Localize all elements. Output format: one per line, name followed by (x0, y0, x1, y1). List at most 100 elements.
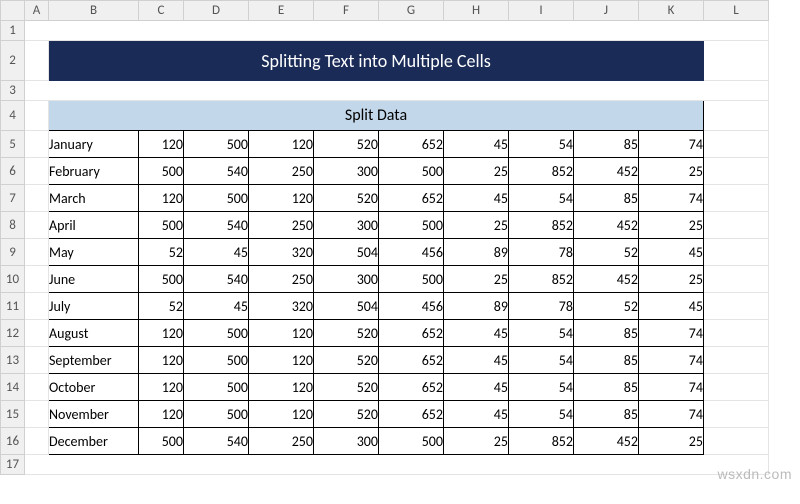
value-cell[interactable]: 74 (639, 401, 704, 428)
value-cell[interactable]: 85 (574, 320, 639, 347)
value-cell[interactable]: 540 (184, 158, 249, 185)
value-cell[interactable]: 540 (184, 212, 249, 239)
month-cell[interactable]: September (49, 347, 139, 374)
cell-A14[interactable] (25, 374, 49, 401)
value-cell[interactable]: 500 (379, 212, 444, 239)
value-cell[interactable]: 54 (509, 347, 574, 374)
value-cell[interactable]: 25 (444, 428, 509, 455)
value-cell[interactable]: 25 (444, 158, 509, 185)
col-header-D[interactable]: D (184, 1, 249, 21)
value-cell[interactable]: 452 (574, 266, 639, 293)
value-cell[interactable]: 85 (574, 131, 639, 158)
value-cell[interactable]: 852 (509, 212, 574, 239)
cell-A8[interactable] (25, 212, 49, 239)
value-cell[interactable]: 520 (314, 185, 379, 212)
value-cell[interactable]: 25 (639, 266, 704, 293)
col-header-H[interactable]: H (444, 1, 509, 21)
value-cell[interactable]: 74 (639, 320, 704, 347)
select-all-corner[interactable] (1, 1, 25, 21)
value-cell[interactable]: 120 (139, 185, 184, 212)
cell-L5[interactable] (704, 131, 769, 158)
value-cell[interactable]: 520 (314, 320, 379, 347)
month-cell[interactable]: May (49, 239, 139, 266)
month-cell[interactable]: February (49, 158, 139, 185)
value-cell[interactable]: 300 (314, 212, 379, 239)
value-cell[interactable]: 45 (444, 374, 509, 401)
value-cell[interactable]: 500 (184, 185, 249, 212)
value-cell[interactable]: 74 (639, 347, 704, 374)
value-cell[interactable]: 74 (639, 374, 704, 401)
value-cell[interactable]: 78 (509, 239, 574, 266)
col-header-F[interactable]: F (314, 1, 379, 21)
value-cell[interactable]: 500 (184, 401, 249, 428)
value-cell[interactable]: 300 (314, 428, 379, 455)
value-cell[interactable]: 250 (249, 158, 314, 185)
value-cell[interactable]: 500 (184, 320, 249, 347)
title-bar[interactable]: Splitting Text into Multiple Cells (49, 41, 704, 81)
month-cell[interactable]: June (49, 266, 139, 293)
value-cell[interactable]: 25 (444, 266, 509, 293)
value-cell[interactable]: 45 (639, 293, 704, 320)
value-cell[interactable]: 320 (249, 239, 314, 266)
cell-L10[interactable] (704, 266, 769, 293)
row-header-14[interactable]: 14 (1, 374, 25, 401)
row-header-7[interactable]: 7 (1, 185, 25, 212)
value-cell[interactable]: 452 (574, 158, 639, 185)
cell-L9[interactable] (704, 239, 769, 266)
value-cell[interactable]: 54 (509, 131, 574, 158)
value-cell[interactable]: 74 (639, 185, 704, 212)
value-cell[interactable]: 52 (574, 293, 639, 320)
value-cell[interactable]: 500 (139, 266, 184, 293)
col-header-I[interactable]: I (509, 1, 574, 21)
value-cell[interactable]: 45 (444, 185, 509, 212)
cell-L6[interactable] (704, 158, 769, 185)
value-cell[interactable]: 500 (184, 374, 249, 401)
month-cell[interactable]: January (49, 131, 139, 158)
row-header-6[interactable]: 6 (1, 158, 25, 185)
value-cell[interactable]: 54 (509, 374, 574, 401)
value-cell[interactable]: 45 (444, 131, 509, 158)
cell-A11[interactable] (25, 293, 49, 320)
month-cell[interactable]: November (49, 401, 139, 428)
value-cell[interactable]: 500 (139, 428, 184, 455)
value-cell[interactable]: 520 (314, 347, 379, 374)
value-cell[interactable]: 120 (249, 131, 314, 158)
value-cell[interactable]: 25 (639, 212, 704, 239)
row-header-11[interactable]: 11 (1, 293, 25, 320)
value-cell[interactable]: 89 (444, 293, 509, 320)
value-cell[interactable]: 520 (314, 401, 379, 428)
cell-A2[interactable] (25, 41, 49, 81)
empty-cell[interactable] (25, 455, 769, 475)
empty-cell[interactable] (25, 21, 769, 41)
col-header-B[interactable]: B (49, 1, 139, 21)
value-cell[interactable]: 120 (139, 131, 184, 158)
month-cell[interactable]: December (49, 428, 139, 455)
month-cell[interactable]: July (49, 293, 139, 320)
month-cell[interactable]: August (49, 320, 139, 347)
value-cell[interactable]: 85 (574, 401, 639, 428)
value-cell[interactable]: 52 (139, 293, 184, 320)
value-cell[interactable]: 250 (249, 212, 314, 239)
row-header-5[interactable]: 5 (1, 131, 25, 158)
cell-L7[interactable] (704, 185, 769, 212)
cell-L12[interactable] (704, 320, 769, 347)
row-header-16[interactable]: 16 (1, 428, 25, 455)
col-header-G[interactable]: G (379, 1, 444, 21)
value-cell[interactable]: 45 (444, 347, 509, 374)
value-cell[interactable]: 500 (379, 428, 444, 455)
col-header-A[interactable]: A (25, 1, 49, 21)
value-cell[interactable]: 120 (249, 347, 314, 374)
cell-L13[interactable] (704, 347, 769, 374)
value-cell[interactable]: 54 (509, 401, 574, 428)
value-cell[interactable]: 320 (249, 293, 314, 320)
col-header-L[interactable]: L (704, 1, 769, 21)
month-cell[interactable]: October (49, 374, 139, 401)
cell-A5[interactable] (25, 131, 49, 158)
subheader-cell[interactable]: Split Data (49, 101, 704, 131)
row-header-1[interactable]: 1 (1, 21, 25, 41)
value-cell[interactable]: 652 (379, 320, 444, 347)
value-cell[interactable]: 500 (139, 158, 184, 185)
value-cell[interactable]: 500 (139, 212, 184, 239)
cell-A10[interactable] (25, 266, 49, 293)
month-cell[interactable]: March (49, 185, 139, 212)
